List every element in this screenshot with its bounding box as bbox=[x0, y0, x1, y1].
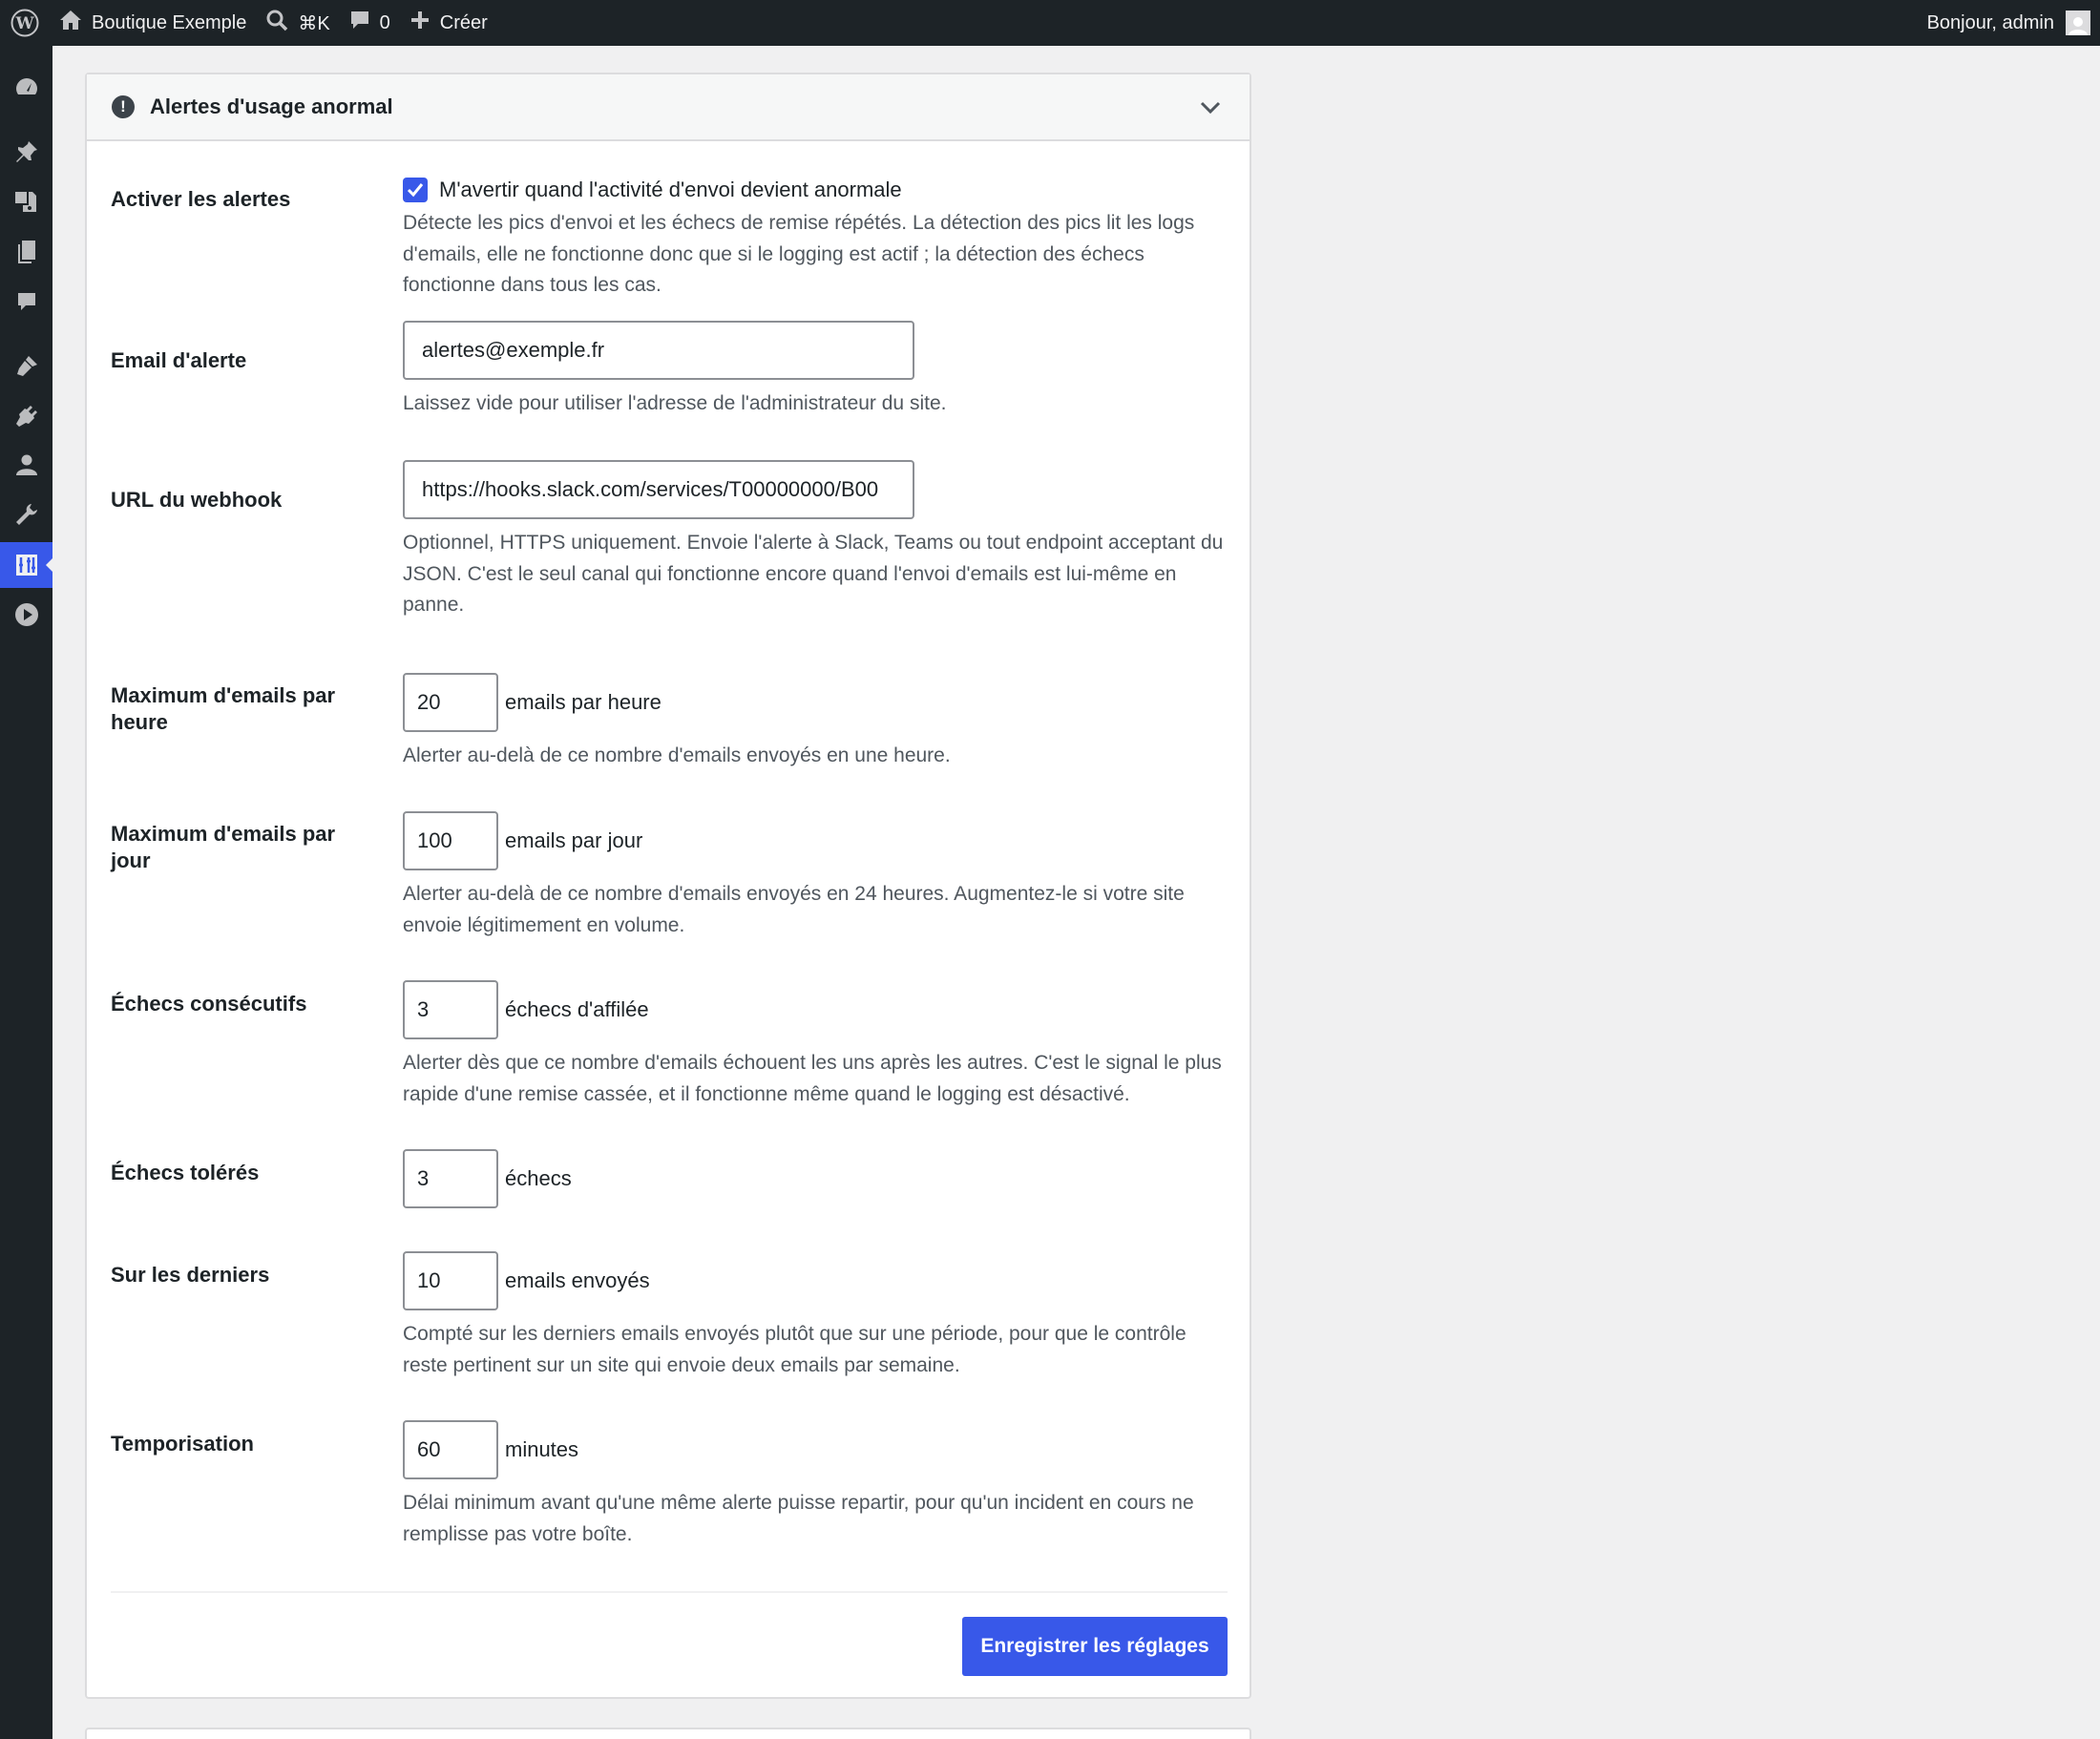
play-icon[interactable] bbox=[0, 592, 52, 638]
new-content-link[interactable]: Créer bbox=[400, 0, 497, 46]
admin-bar: W Boutique Exemple ⌘K 0 Créer Bonjour, a… bbox=[0, 0, 2100, 46]
admin-sidebar bbox=[0, 46, 53, 1739]
failure-window-input[interactable]: 10 bbox=[403, 1251, 498, 1310]
pages-icon[interactable] bbox=[0, 229, 52, 275]
site-name-link[interactable]: Boutique Exemple bbox=[50, 0, 256, 46]
consecutive-failures-description: Alerter dès que ce nombre d'emails échou… bbox=[403, 1052, 1222, 1105]
svg-text:W: W bbox=[14, 14, 34, 33]
dashboard-icon[interactable] bbox=[0, 65, 52, 111]
comments-icon[interactable] bbox=[0, 279, 52, 325]
max-per-day-description: Alerter au-delà de ce nombre d'emails en… bbox=[403, 883, 1185, 936]
wordpress-logo-icon[interactable]: W bbox=[0, 0, 50, 46]
warning-icon: ! bbox=[112, 95, 135, 118]
users-icon[interactable] bbox=[0, 442, 52, 488]
cooldown-unit: minutes bbox=[505, 1437, 579, 1461]
alert-email-description: Laissez vide pour utiliser l'adresse de … bbox=[403, 392, 947, 414]
settings-icon[interactable] bbox=[0, 542, 53, 588]
cooldown-description: Délai minimum avant qu'une même alerte p… bbox=[403, 1492, 1194, 1545]
comment-bubble-icon bbox=[349, 10, 370, 36]
save-settings-button[interactable]: Enregistrer les réglages bbox=[962, 1617, 1228, 1676]
greeting: Bonjour, admin bbox=[1926, 11, 2054, 33]
tools-icon[interactable] bbox=[0, 492, 52, 537]
max-per-day-label: Maximum d'emails par jour bbox=[111, 822, 336, 872]
footer-divider bbox=[111, 1591, 1228, 1593]
next-panel bbox=[85, 1728, 1251, 1739]
shortcut-label: ⌘K bbox=[298, 12, 330, 34]
enable-alerts-description: Détecte les pics d'envoi et les échecs d… bbox=[403, 212, 1195, 296]
max-per-hour-unit: emails par heure bbox=[505, 690, 662, 714]
tolerated-failures-input[interactable]: 3 bbox=[403, 1149, 498, 1208]
comments-count: 0 bbox=[379, 11, 390, 33]
plus-icon bbox=[410, 10, 430, 36]
max-per-day-input[interactable]: 100 bbox=[403, 811, 498, 870]
plugins-icon[interactable] bbox=[0, 393, 52, 439]
failure-window-label: Sur les derniers bbox=[111, 1263, 270, 1287]
consecutive-failures-label: Échecs consécutifs bbox=[111, 992, 307, 1016]
enable-alerts-label: Activer les alertes bbox=[111, 187, 291, 211]
chevron-down-icon[interactable] bbox=[1196, 93, 1225, 121]
new-content-label: Créer bbox=[439, 11, 488, 33]
cooldown-input[interactable]: 60 bbox=[403, 1420, 498, 1479]
enable-alerts-checkbox[interactable] bbox=[403, 178, 428, 202]
search-icon bbox=[265, 9, 288, 37]
enable-alerts-option[interactable]: M'avertir quand l'activité d'envoi devie… bbox=[403, 178, 1229, 202]
failure-window-unit: emails envoyés bbox=[505, 1268, 650, 1292]
max-per-day-unit: emails par jour bbox=[505, 828, 643, 852]
max-per-hour-input[interactable]: 20 bbox=[403, 673, 498, 732]
alert-email-input[interactable]: alertes@exemple.fr bbox=[403, 321, 914, 380]
site-name: Boutique Exemple bbox=[92, 11, 247, 33]
tolerated-failures-label: Échecs tolérés bbox=[111, 1161, 260, 1184]
webhook-url-label: URL du webhook bbox=[111, 488, 283, 512]
panel-title: Alertes d'usage anormal bbox=[150, 94, 393, 118]
panel-header[interactable]: ! Alertes d'usage anormal bbox=[87, 74, 1250, 141]
pin-icon[interactable] bbox=[0, 129, 52, 175]
max-per-hour-label: Maximum d'emails par heure bbox=[111, 683, 336, 734]
tolerated-failures-unit: échecs bbox=[505, 1166, 572, 1190]
anomaly-alerts-panel: ! Alertes d'usage anormal Activer les al… bbox=[85, 73, 1251, 1699]
webhook-url-description: Optionnel, HTTPS uniquement. Envoie l'al… bbox=[403, 532, 1224, 616]
home-icon bbox=[59, 9, 82, 37]
comments-link[interactable]: 0 bbox=[340, 0, 400, 46]
alert-email-label: Email d'alerte bbox=[111, 348, 247, 372]
consecutive-failures-unit: échecs d'affilée bbox=[505, 997, 649, 1021]
appearance-icon[interactable] bbox=[0, 344, 52, 389]
failure-window-description: Compté sur les derniers emails envoyés p… bbox=[403, 1323, 1186, 1376]
avatar bbox=[2066, 10, 2090, 35]
consecutive-failures-input[interactable]: 3 bbox=[403, 980, 498, 1039]
webhook-url-input[interactable]: https://hooks.slack.com/services/T000000… bbox=[403, 460, 914, 519]
checkmark-icon bbox=[407, 183, 424, 198]
my-account-link[interactable]: Bonjour, admin bbox=[1927, 10, 2100, 35]
enable-alerts-checkbox-label: M'avertir quand l'activité d'envoi devie… bbox=[439, 178, 902, 201]
cooldown-label: Temporisation bbox=[111, 1432, 254, 1456]
command-palette-button[interactable]: ⌘K bbox=[256, 0, 339, 46]
max-per-hour-description: Alerter au-delà de ce nombre d'emails en… bbox=[403, 744, 951, 766]
media-icon[interactable] bbox=[0, 179, 52, 225]
